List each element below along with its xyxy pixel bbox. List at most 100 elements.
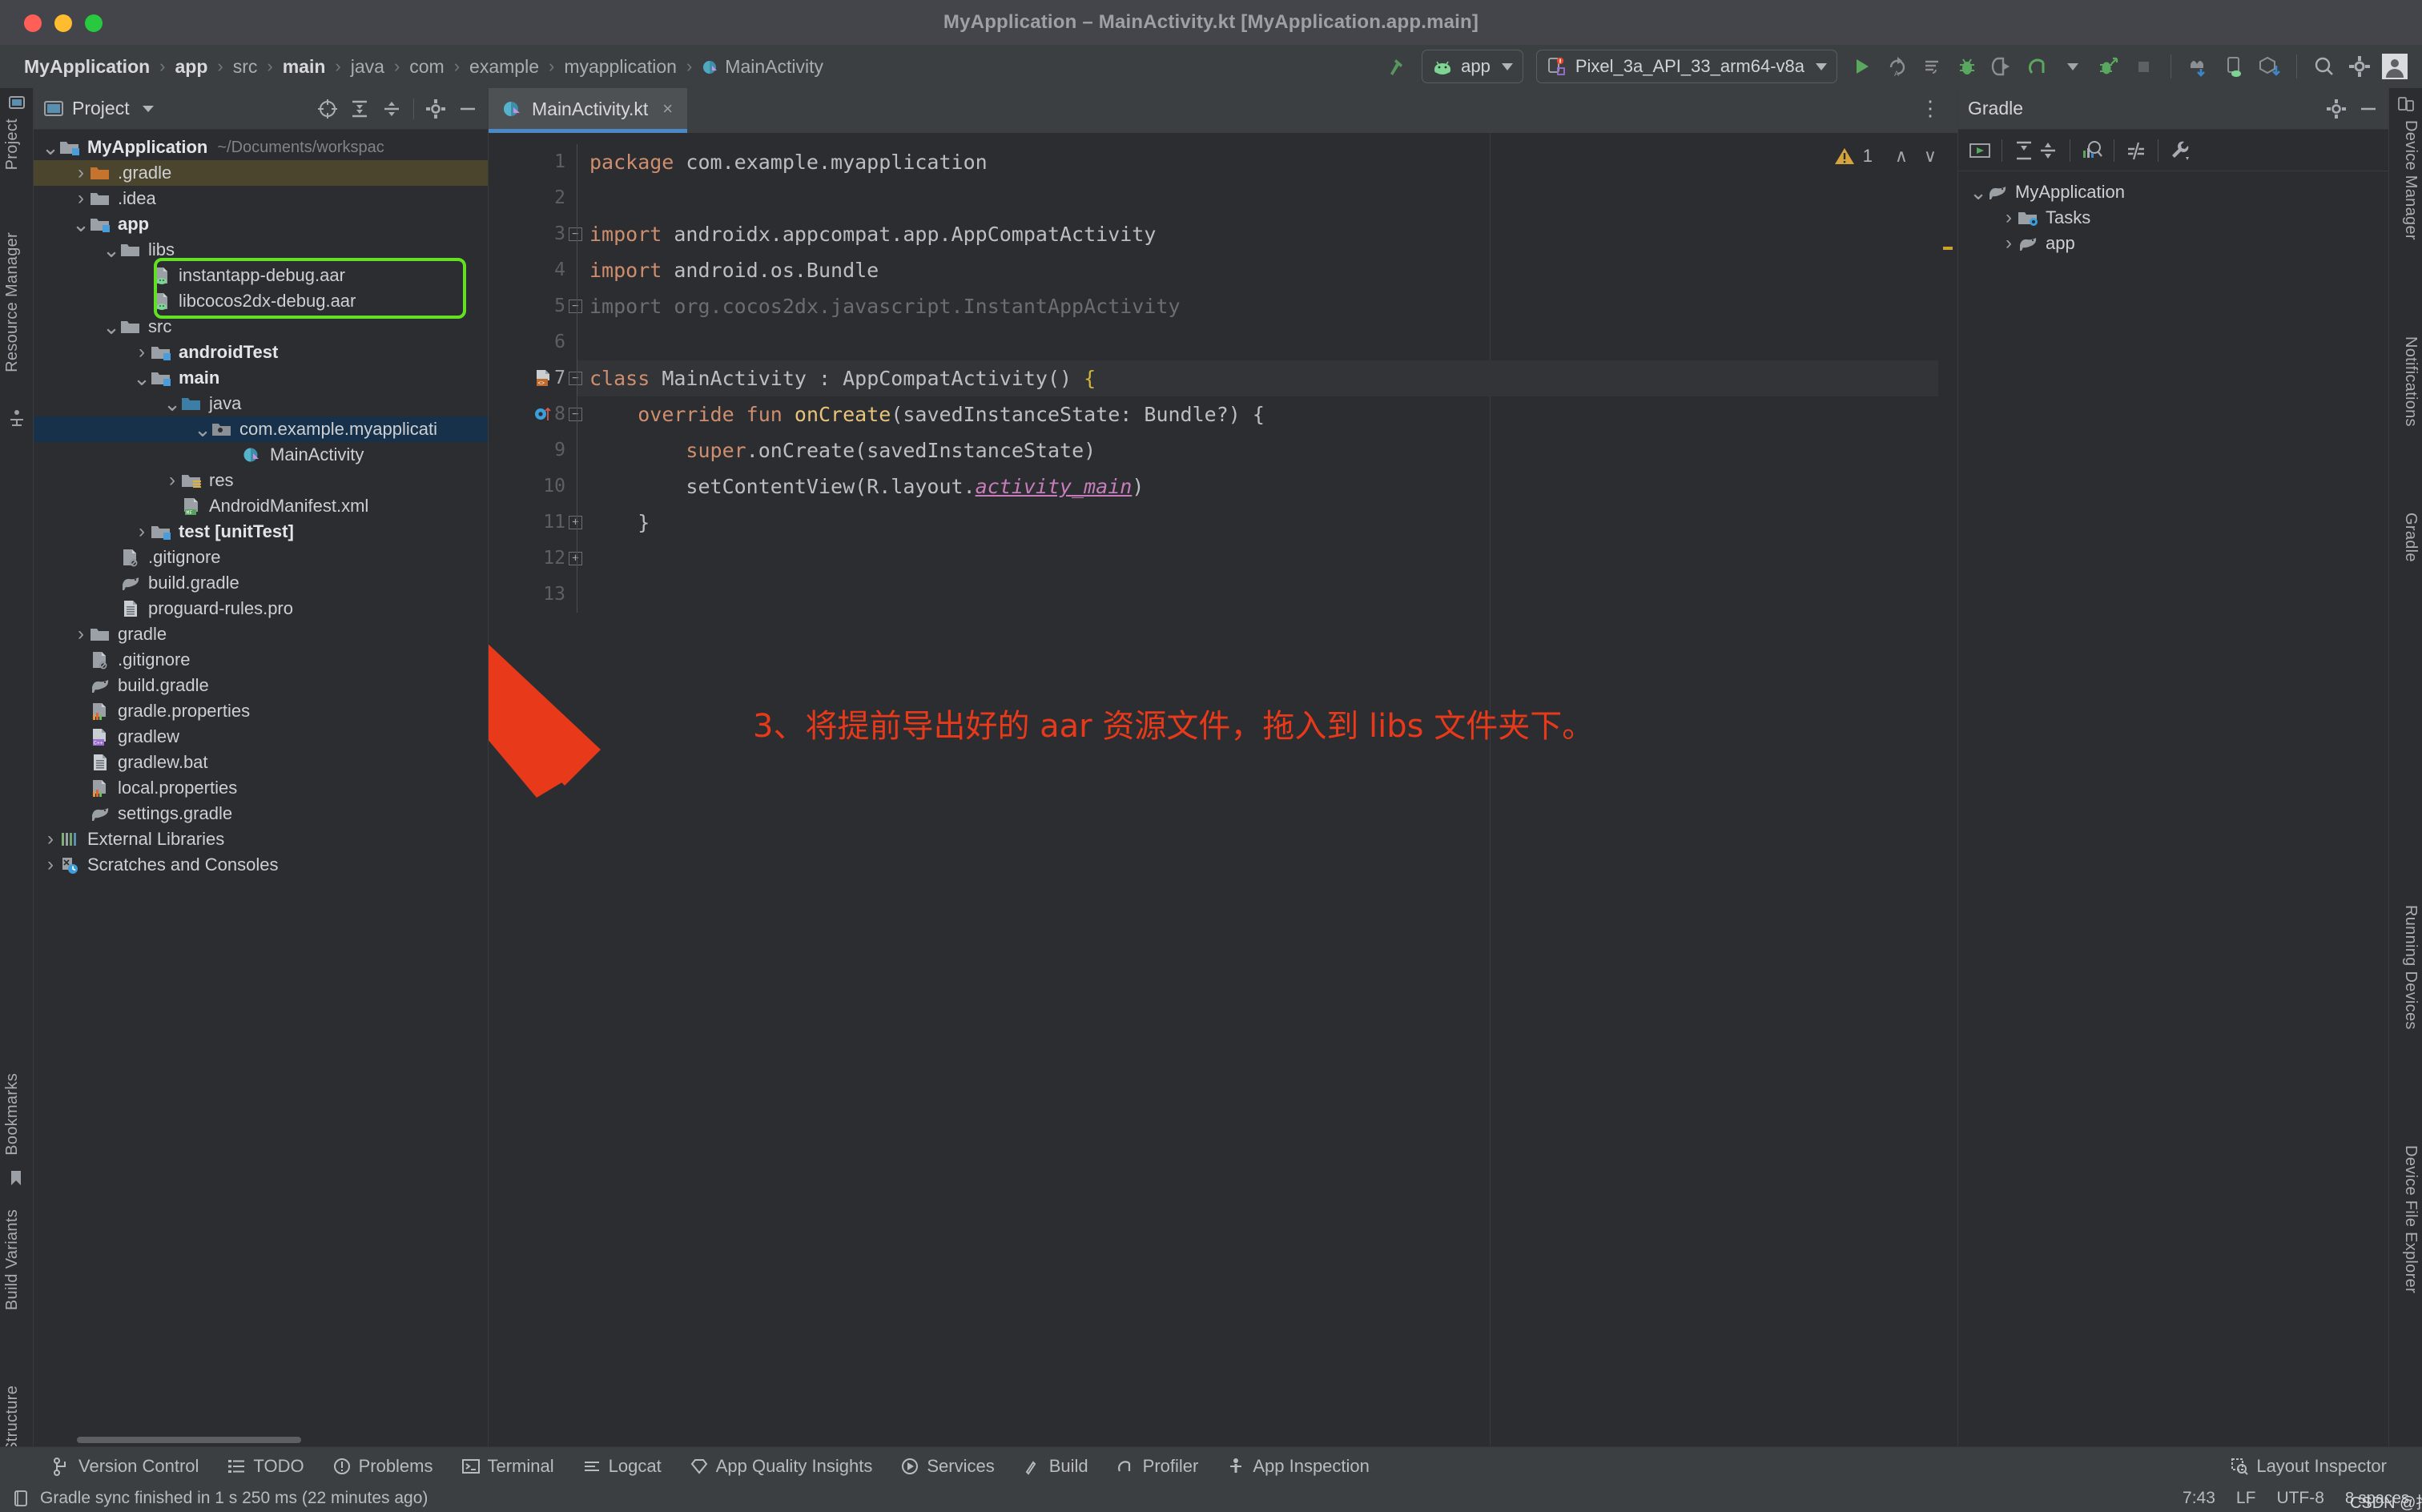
settings-gear-icon[interactable] <box>2326 99 2347 119</box>
tree-node-gradlew-bat[interactable]: gradlew.bat <box>34 750 488 775</box>
code-line[interactable]: + <box>569 541 1957 577</box>
gradle-tree[interactable]: ⌄ MyApplication › Tasks › app <box>1958 171 2388 256</box>
breadcrumb[interactable]: MyApplication › app › src › main › java … <box>0 56 830 78</box>
code-line[interactable]: − import androidx.appcompat.app.AppCompat… <box>569 216 1957 252</box>
fold-collapse-icon[interactable]: − <box>569 372 582 385</box>
chevron-down-icon[interactable]: ⌄ <box>103 239 120 260</box>
tree-node-libs[interactable]: ⌄ libs <box>34 237 488 263</box>
tree-node-idea[interactable]: › .idea <box>34 186 488 211</box>
chevron-down-icon[interactable] <box>1816 62 1827 70</box>
editor-options-icon[interactable]: ⋮ <box>1920 88 1957 121</box>
apply-changes-icon[interactable] <box>1916 50 1948 82</box>
tree-node-androidmanifest-xml[interactable]: MF AndroidManifest.xml <box>34 493 488 519</box>
minimize-button[interactable] <box>54 14 72 32</box>
breadcrumb-item-example[interactable]: example <box>463 56 545 78</box>
fold-collapse-icon[interactable]: − <box>569 227 582 241</box>
breadcrumb-item-com[interactable]: com <box>403 56 450 78</box>
tree-node-myapplication[interactable]: ⌄ MyApplication ~/Documents/workspac <box>34 135 488 160</box>
chevron-down-icon[interactable]: ⌄ <box>103 316 120 337</box>
execute-gradle-task-icon[interactable] <box>1968 139 1992 163</box>
bottom-item-app-quality-insights[interactable]: App Quality Insights <box>676 1456 887 1477</box>
tree-node-res[interactable]: › res <box>34 468 488 493</box>
profile-caret-icon[interactable] <box>2057 50 2089 82</box>
gradle-node-myapplication[interactable]: ⌄ MyApplication <box>1958 179 2388 205</box>
traffic-lights[interactable] <box>24 14 103 32</box>
device-explorer-icon[interactable] <box>2218 50 2250 82</box>
scrollbar-thumb[interactable] <box>77 1437 301 1443</box>
tab-mainactivity-kt[interactable]: MainActivity.kt × <box>489 88 688 133</box>
chevron-right-icon[interactable]: › <box>163 469 181 492</box>
device-selector[interactable]: Pixel_3a_API_33_arm64-v8a <box>1535 50 1837 83</box>
inspection-status[interactable]: 1 <box>1834 146 1873 167</box>
kotlin-class-gutter-icon[interactable]: <> <box>533 368 554 388</box>
bottom-item-logcat[interactable]: Logcat <box>569 1456 676 1477</box>
project-file-tree[interactable]: ⌄ MyApplication ~/Documents/workspac › .grad… <box>34 130 488 1434</box>
tree-node-external-libraries[interactable]: › External Libraries <box>34 826 488 852</box>
line-number[interactable]: 5 <box>489 288 577 324</box>
breadcrumb-item-src[interactable]: src <box>227 56 264 78</box>
breadcrumb-item-app[interactable]: app <box>169 56 215 78</box>
code-line[interactable]: − class MainActivity : AppCompatActivity(… <box>569 360 1957 396</box>
bottom-item-version-control[interactable]: Version Control <box>38 1456 213 1477</box>
code-line[interactable]: + } <box>569 505 1957 541</box>
next-problem-icon[interactable]: ∨ <box>1924 146 1937 167</box>
bottom-item-app-inspection[interactable]: App Inspection <box>1213 1456 1384 1477</box>
fold-collapse-icon[interactable]: − <box>569 300 582 313</box>
breadcrumb-item-main[interactable]: main <box>276 56 332 78</box>
chevron-right-icon[interactable]: › <box>133 521 151 543</box>
editor-scrollbar[interactable] <box>1938 133 1957 1446</box>
project-panel-hscrollbar[interactable] <box>34 1434 488 1446</box>
run-icon[interactable] <box>1845 50 1877 82</box>
bottom-item-profiler[interactable]: Profiler <box>1103 1456 1213 1477</box>
code-line[interactable]: setContentView(R.layout.activity_main) <box>577 468 1957 505</box>
bottom-item-layout-inspector[interactable]: Layout Inspector <box>2216 1456 2401 1477</box>
tree-node-java[interactable]: ⌄ java <box>34 391 488 416</box>
attach-debugger-icon[interactable] <box>1986 50 2018 82</box>
chevron-down-icon[interactable]: ⌄ <box>1969 182 1987 203</box>
sidebar-item-gradle[interactable]: Gradle <box>2392 513 2420 562</box>
code-line[interactable] <box>577 577 1957 613</box>
gradle-node-app[interactable]: › app <box>1958 231 2388 256</box>
sidebar-item-structure[interactable]: Structure <box>3 1385 30 1453</box>
tree-node-build-gradle[interactable]: build.gradle <box>34 570 488 596</box>
close-button[interactable] <box>24 14 42 32</box>
hide-panel-icon[interactable] <box>2358 99 2379 119</box>
bottom-item-problems[interactable]: Problems <box>319 1456 448 1477</box>
settings-gear-icon[interactable] <box>425 99 446 119</box>
breadcrumb-item-mainactivity[interactable]: MainActivity <box>695 56 830 78</box>
gradle-settings-wrench-icon[interactable] <box>2168 139 2192 163</box>
run-with-coverage-icon[interactable] <box>2092 50 2124 82</box>
code-editor[interactable]: 1 2 3 4 5 6 7 <> 8 9 10 11 12 13 package com.example.… <box>489 133 1957 1446</box>
sidebar-item-device-manager[interactable]: Device Manager <box>2392 120 2420 240</box>
sidebar-item-resource-manager[interactable]: Resource Manager <box>3 232 30 372</box>
breadcrumb-item-myapplication-pkg[interactable]: myapplication <box>557 56 683 78</box>
chevron-down-icon[interactable]: ⌄ <box>133 368 151 388</box>
bottom-item-services[interactable]: Services <box>887 1456 1008 1477</box>
account-avatar-icon[interactable] <box>2379 50 2411 82</box>
sidebar-item-bookmarks[interactable]: Bookmarks <box>3 1073 30 1156</box>
prev-problem-icon[interactable]: ∧ <box>1895 146 1908 167</box>
collapse-all-icon[interactable] <box>381 99 402 119</box>
line-number[interactable]: 3 <box>489 216 577 252</box>
chevron-right-icon[interactable]: › <box>42 854 59 876</box>
line-number[interactable]: 2 <box>489 180 577 216</box>
code-line[interactable]: import android.os.Bundle <box>577 252 1957 288</box>
line-number[interactable]: 7 <> <box>489 360 577 396</box>
chevron-right-icon[interactable]: › <box>72 623 90 645</box>
line-separator[interactable]: LF <box>2236 1489 2256 1508</box>
tree-node-src[interactable]: ⌄ src <box>34 314 488 340</box>
tree-node-scratches-and-consoles[interactable]: › Scratches and Consoles <box>34 852 488 878</box>
chevron-right-icon[interactable]: › <box>42 828 59 850</box>
tree-node-com-example-myapplicati[interactable]: ⌄ com.example.myapplicati <box>34 416 488 442</box>
tree-node-proguard-rules-pro[interactable]: proguard-rules.pro <box>34 596 488 621</box>
gradle-profiler-icon[interactable] <box>2080 139 2104 163</box>
chevron-right-icon[interactable]: › <box>2000 207 2018 229</box>
breadcrumb-item-myapplication[interactable]: MyApplication <box>18 56 156 78</box>
chevron-right-icon[interactable]: › <box>2000 232 2018 255</box>
tree-node-settings-gradle[interactable]: settings.gradle <box>34 801 488 826</box>
tree-node-gradle[interactable]: › .gradle <box>34 160 488 186</box>
tree-node-libcocos2dx-debug-aar[interactable]: libcocos2dx-debug.aar <box>34 288 488 314</box>
build-hammer-button[interactable] <box>1382 50 1414 82</box>
tree-node-gitignore[interactable]: .gitignore <box>34 545 488 570</box>
bottom-item-terminal[interactable]: Terminal <box>448 1456 569 1477</box>
